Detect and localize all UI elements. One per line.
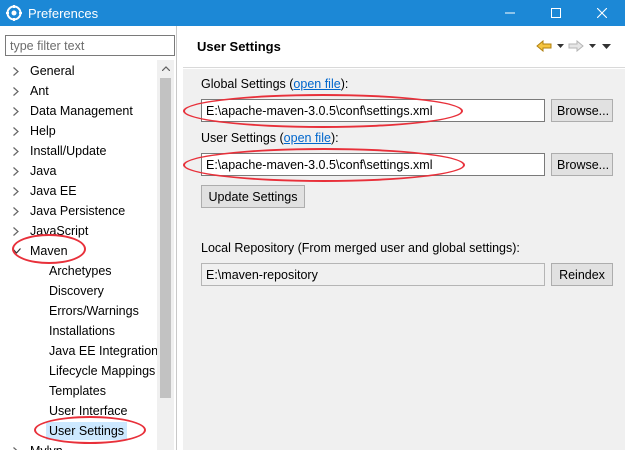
- chevron-right-icon[interactable]: [11, 441, 21, 450]
- chevron-right-icon[interactable]: [11, 141, 21, 161]
- chevron-up-icon: [161, 66, 170, 71]
- update-settings-button[interactable]: Update Settings: [201, 185, 305, 208]
- tree-item[interactable]: Java EE: [0, 181, 157, 201]
- window-title: Preferences: [28, 5, 99, 21]
- tree-item-label: Ant: [30, 84, 49, 98]
- tree-item[interactable]: Java EE Integration: [0, 341, 157, 361]
- close-icon: [597, 8, 607, 18]
- tree-item-label: Java: [30, 164, 57, 178]
- chevron-right-icon[interactable]: [11, 61, 21, 81]
- tree-item-label: Installations: [49, 324, 116, 338]
- tree-item-label: Mylyn: [30, 441, 63, 450]
- scroll-thumb[interactable]: [160, 78, 171, 398]
- tree-item[interactable]: Installations: [0, 321, 157, 341]
- chevron-right-icon[interactable]: [11, 181, 21, 201]
- close-button[interactable]: [579, 0, 625, 26]
- tree-item[interactable]: Help: [0, 121, 157, 141]
- tree-item-label: User Settings: [46, 422, 128, 440]
- scroll-up-button[interactable]: [157, 60, 174, 77]
- tree-item-label: Templates: [49, 384, 106, 398]
- tree-item[interactable]: User Settings: [0, 421, 157, 441]
- page-title: User Settings: [197, 39, 281, 54]
- chevron-right-icon[interactable]: [11, 101, 21, 121]
- settings-content: Global Settings (open file): Browse... U…: [183, 69, 625, 450]
- local-repository-label: Local Repository (From merged user and g…: [201, 241, 520, 255]
- forward-button[interactable]: [567, 37, 585, 55]
- menu-icon: [601, 43, 611, 49]
- chevron-down-icon: [556, 44, 564, 48]
- reindex-button[interactable]: Reindex: [551, 263, 613, 286]
- tree-item[interactable]: Java: [0, 161, 157, 181]
- chevron-right-icon[interactable]: [11, 81, 21, 101]
- preferences-tree-pane: General Ant Data Management Help Install/Upd…: [0, 26, 177, 450]
- global-browse-button[interactable]: Browse...: [551, 99, 613, 122]
- tree-item-label: Java EE: [30, 184, 77, 198]
- tree-item-label: Java EE Integration: [49, 344, 157, 358]
- preferences-tree: General Ant Data Management Help Install/Upd…: [0, 61, 157, 450]
- page-header: User Settings: [183, 26, 625, 68]
- minimize-button[interactable]: [487, 0, 533, 26]
- forward-icon: [568, 40, 584, 52]
- tree-item[interactable]: JavaScript: [0, 221, 157, 241]
- chevron-down-icon: [588, 44, 596, 48]
- tree-item-label: Maven: [30, 244, 68, 258]
- local-repository-field: [201, 263, 545, 286]
- global-settings-label: Global Settings (open file):: [201, 77, 349, 91]
- global-open-file-link[interactable]: open file: [293, 77, 340, 91]
- tree-item-label: JavaScript: [30, 224, 89, 238]
- tree-item[interactable]: Java Persistence: [0, 201, 157, 221]
- tree-item[interactable]: Mylyn: [0, 441, 157, 450]
- forward-dropdown[interactable]: [587, 37, 597, 55]
- tree-item-label: Java Persistence: [30, 204, 126, 218]
- tree-item-label: Lifecycle Mappings: [49, 364, 156, 378]
- chevron-down-icon[interactable]: [11, 241, 21, 261]
- tree-item-label: Archetypes: [49, 264, 112, 278]
- chevron-right-icon[interactable]: [11, 161, 21, 181]
- tree-item[interactable]: General: [0, 61, 157, 81]
- maximize-button[interactable]: [533, 0, 579, 26]
- chevron-right-icon[interactable]: [11, 201, 21, 221]
- filter-input[interactable]: [5, 35, 175, 56]
- tree-item[interactable]: Install/Update: [0, 141, 157, 161]
- back-dropdown[interactable]: [555, 37, 565, 55]
- preference-page: User Settings Global Settings (open file…: [183, 26, 625, 450]
- maximize-icon: [551, 8, 561, 18]
- tree-item[interactable]: Archetypes: [0, 261, 157, 281]
- tree-item-label: Errors/Warnings: [49, 304, 139, 318]
- tree-item[interactable]: User Interface: [0, 401, 157, 421]
- minimize-icon: [505, 12, 515, 14]
- tree-item-label: Discovery: [49, 284, 104, 298]
- tree-item-label: User Interface: [49, 404, 128, 418]
- view-menu-button[interactable]: [599, 37, 613, 55]
- tree-item[interactable]: Discovery: [0, 281, 157, 301]
- tree-item[interactable]: Templates: [0, 381, 157, 401]
- tree-item-label: Help: [30, 124, 56, 138]
- back-icon: [536, 40, 552, 52]
- tree-item[interactable]: Ant: [0, 81, 157, 101]
- tree-scrollbar[interactable]: [157, 60, 174, 450]
- tree-item[interactable]: Lifecycle Mappings: [0, 361, 157, 381]
- tree-item-label: Data Management: [30, 104, 133, 118]
- user-settings-label: User Settings (open file):: [201, 131, 339, 145]
- page-navigation: [535, 37, 613, 55]
- chevron-right-icon[interactable]: [11, 121, 21, 141]
- tree-item[interactable]: Errors/Warnings: [0, 301, 157, 321]
- user-settings-field[interactable]: [201, 153, 545, 176]
- back-button[interactable]: [535, 37, 553, 55]
- global-settings-field[interactable]: [201, 99, 545, 122]
- tree-item-label: Install/Update: [30, 144, 107, 158]
- chevron-right-icon[interactable]: [11, 221, 21, 241]
- title-bar: Preferences: [0, 0, 625, 26]
- tree-item-label: General: [30, 64, 75, 78]
- user-browse-button[interactable]: Browse...: [551, 153, 613, 176]
- tree-item[interactable]: Maven: [0, 241, 157, 261]
- user-open-file-link[interactable]: open file: [284, 131, 331, 145]
- preferences-app-icon: [6, 5, 22, 21]
- tree-item[interactable]: Data Management: [0, 101, 157, 121]
